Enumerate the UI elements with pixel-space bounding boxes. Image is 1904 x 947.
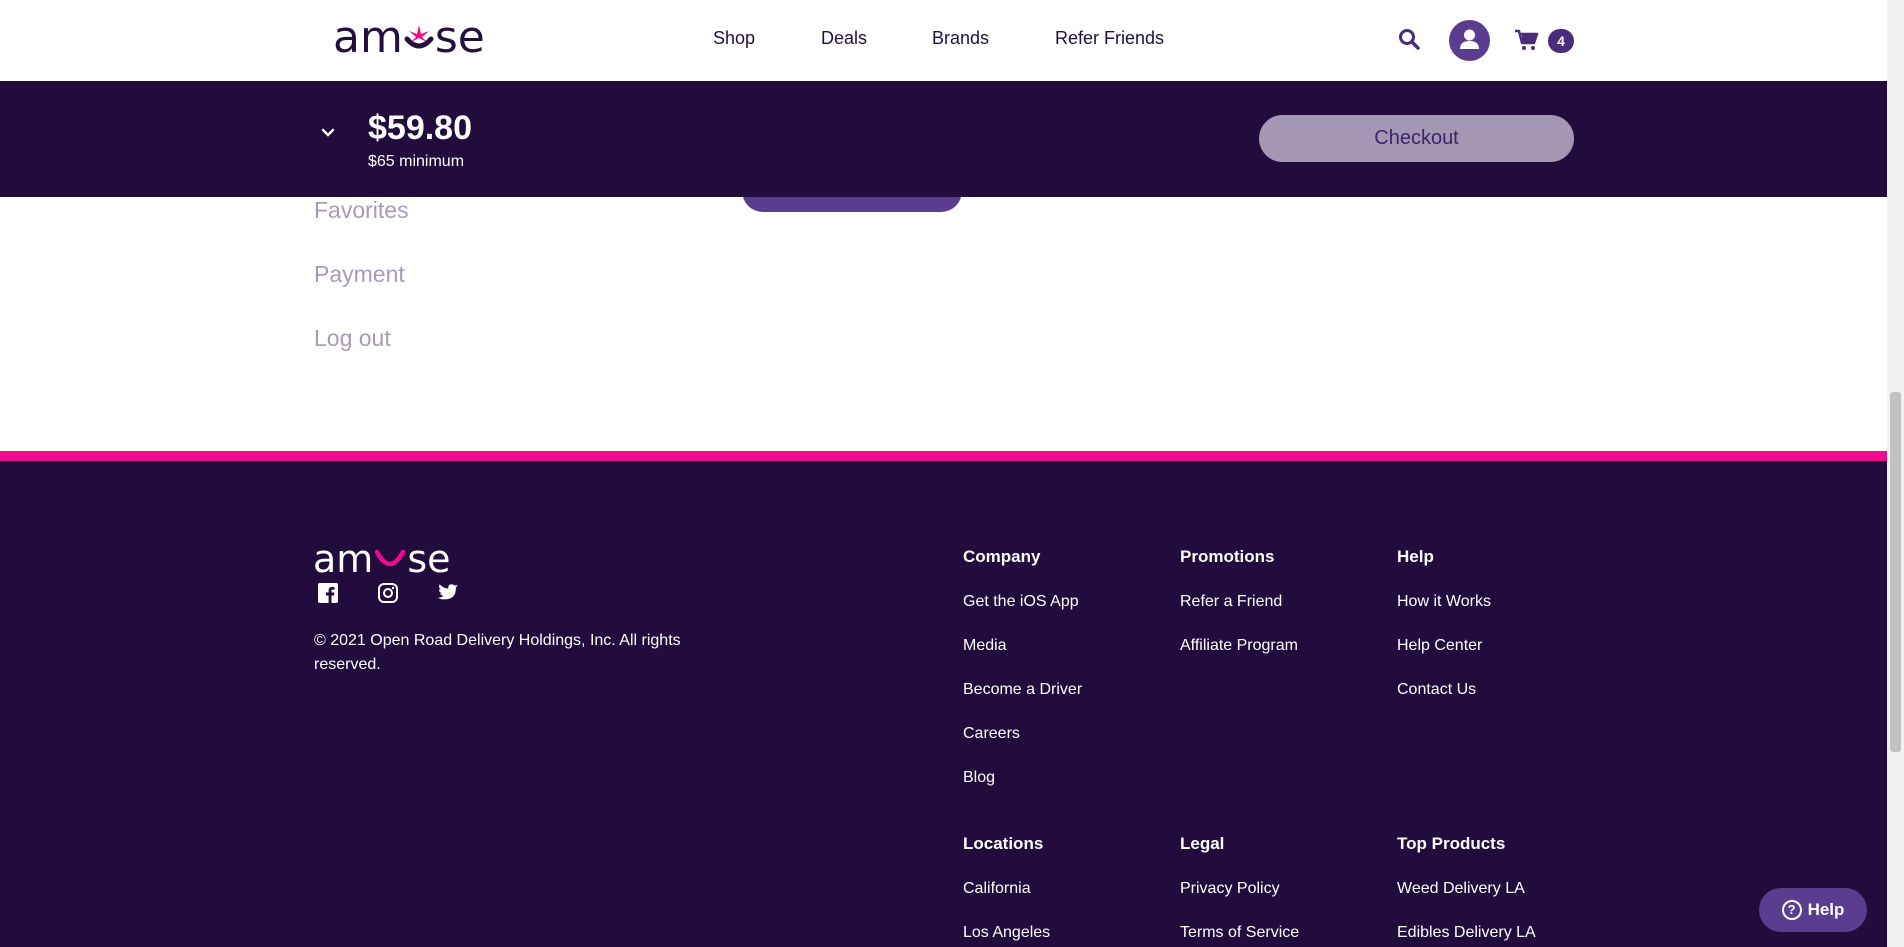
footer-link-refer-friend[interactable]: Refer a Friend bbox=[1180, 593, 1282, 611]
page: am se Shop Deals Brands Refer Friends 4 … bbox=[0, 0, 1904, 947]
account-menu-payment[interactable]: Payment bbox=[314, 261, 405, 288]
help-widget-button[interactable]: ? Help bbox=[1759, 888, 1867, 932]
site-header: am se Shop Deals Brands Refer Friends 4 bbox=[0, 0, 1887, 81]
footer-heading-locations: Locations bbox=[963, 834, 1044, 853]
scrollbar-thumb[interactable] bbox=[1890, 392, 1901, 752]
nav-shop[interactable]: Shop bbox=[713, 28, 755, 49]
footer-heading-promotions: Promotions bbox=[1180, 547, 1275, 566]
help-widget-label: Help bbox=[1807, 900, 1845, 919]
nav-deals[interactable]: Deals bbox=[821, 28, 867, 49]
search-icon[interactable] bbox=[1398, 28, 1420, 55]
footer-link-los-angeles[interactable]: Los Angeles bbox=[963, 924, 1050, 942]
footer-link-contact-us[interactable]: Contact Us bbox=[1397, 681, 1476, 699]
footer-link-help-center[interactable]: Help Center bbox=[1397, 637, 1482, 655]
account-button[interactable] bbox=[1449, 20, 1490, 61]
footer-link-terms[interactable]: Terms of Service bbox=[1180, 924, 1299, 942]
question-mark-icon: ? bbox=[1781, 900, 1802, 920]
cannabis-leaf-icon bbox=[404, 17, 434, 57]
footer-link-california[interactable]: California bbox=[963, 880, 1031, 898]
footer-accent-stripe bbox=[0, 451, 1887, 461]
footer-link-careers[interactable]: Careers bbox=[963, 725, 1020, 743]
nav-refer-friends[interactable]: Refer Friends bbox=[1055, 28, 1164, 49]
footer-link-weed-delivery[interactable]: Weed Delivery LA bbox=[1397, 880, 1525, 898]
footer-link-ios-app[interactable]: Get the iOS App bbox=[963, 593, 1079, 611]
checkout-button[interactable]: Checkout bbox=[1259, 115, 1574, 162]
copyright-text: © 2021 Open Road Delivery Holdings, Inc.… bbox=[314, 632, 681, 673]
footer-link-media[interactable]: Media bbox=[963, 637, 1007, 655]
footer-logo[interactable]: am se bbox=[313, 537, 451, 581]
chevron-down-icon[interactable] bbox=[318, 126, 338, 145]
page-scrollbar[interactable] bbox=[1887, 0, 1904, 947]
smile-logo-mark bbox=[375, 549, 406, 567]
footer-heading-legal: Legal bbox=[1180, 834, 1225, 853]
cart-summary-bar: $59.80 $65 minimum Checkout bbox=[0, 81, 1887, 197]
cart-icon[interactable] bbox=[1514, 28, 1540, 57]
footer-link-blog[interactable]: Blog bbox=[963, 769, 995, 787]
site-footer: am se © 2021 Open Road Delivery Holdings,… bbox=[0, 461, 1887, 947]
account-menu-logout[interactable]: Log out bbox=[314, 325, 391, 352]
cart-count-badge: 4 bbox=[1548, 29, 1574, 53]
instagram-icon[interactable] bbox=[378, 583, 398, 608]
footer-heading-help: Help bbox=[1397, 547, 1434, 566]
amuse-logo[interactable]: am se bbox=[333, 12, 485, 63]
user-icon bbox=[1460, 29, 1479, 49]
twitter-icon[interactable] bbox=[437, 583, 459, 608]
footer-link-edibles-delivery[interactable]: Edibles Delivery LA bbox=[1397, 924, 1536, 942]
cart-total: $59.80 bbox=[368, 109, 472, 147]
order-minimum: $65 minimum bbox=[368, 153, 465, 170]
footer-link-affiliate[interactable]: Affiliate Program bbox=[1180, 637, 1298, 655]
footer-heading-top-products: Top Products bbox=[1397, 834, 1506, 853]
footer-link-become-driver[interactable]: Become a Driver bbox=[963, 681, 1082, 699]
account-menu-favorites[interactable]: Favorites bbox=[314, 197, 409, 224]
footer-link-how-it-works[interactable]: How it Works bbox=[1397, 593, 1491, 611]
footer-link-privacy[interactable]: Privacy Policy bbox=[1180, 880, 1280, 898]
facebook-icon[interactable] bbox=[318, 583, 338, 608]
nav-brands[interactable]: Brands bbox=[932, 28, 989, 49]
footer-heading-company: Company bbox=[963, 547, 1041, 566]
